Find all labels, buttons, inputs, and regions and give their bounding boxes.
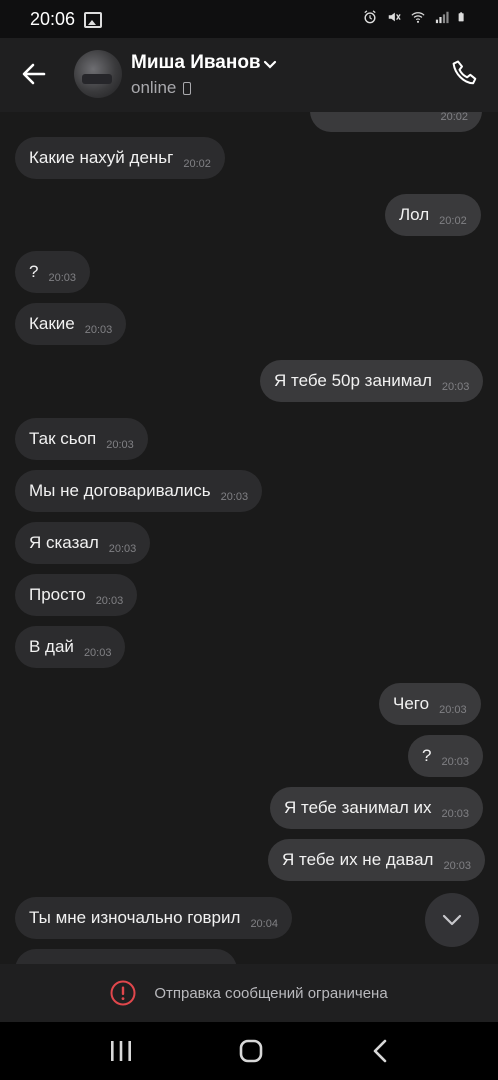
status-bar: 20:06: [0, 0, 498, 38]
warning-circle-icon: [110, 980, 136, 1006]
image-icon: [84, 12, 102, 28]
message-text: Лол: [399, 205, 430, 224]
message-time: 20:03: [439, 704, 467, 716]
message-text: Мы не договаривались: [29, 481, 211, 500]
message-bubble-incoming[interactable]: Какие нахуй деньг 20:02: [15, 137, 225, 179]
message-time: 20:03: [95, 595, 124, 607]
message-text: Какие нахуй деньг: [29, 148, 174, 167]
message-bubble-incoming[interactable]: [15, 949, 237, 964]
recent-apps-icon[interactable]: [106, 1037, 136, 1065]
alarm-icon: [364, 10, 376, 24]
chat-header: Миша Иванов online: [0, 38, 498, 112]
home-icon[interactable]: [236, 1037, 266, 1065]
contact-status: online: [131, 78, 177, 97]
back-arrow-icon[interactable]: [20, 60, 48, 88]
mute-icon: [388, 12, 401, 22]
mobile-device-icon: [183, 82, 191, 95]
message-bubble-outgoing[interactable]: 20:02: [310, 112, 482, 132]
message-bubble-outgoing[interactable]: Я тебе 50р занимал 20:03: [260, 360, 484, 402]
message-bubble-incoming[interactable]: Я сказал 20:03: [15, 522, 151, 564]
message-text: Я сказал: [29, 533, 99, 552]
message-bubble-incoming[interactable]: ? 20:03: [15, 251, 90, 293]
status-icons: [362, 10, 468, 24]
message-bubble-outgoing[interactable]: ? 20:03: [408, 735, 483, 777]
message-bubble-incoming[interactable]: Ты мне изночально говрил 20:04: [15, 897, 292, 939]
message-bubble-incoming[interactable]: Так сьоп 20:03: [15, 418, 148, 460]
contact-name[interactable]: Миша Иванов: [131, 52, 261, 74]
chevron-down-icon: [442, 914, 462, 926]
message-time: 20:03: [220, 491, 249, 503]
message-bubble-incoming[interactable]: Мы не договаривались 20:03: [15, 470, 263, 512]
message-time: 20:03: [443, 860, 471, 872]
message-time: 20:03: [441, 808, 470, 820]
scroll-down-button[interactable]: [425, 893, 479, 947]
restriction-text: Отправка сообщений ограничена: [154, 984, 388, 1002]
message-time: 20:03: [83, 647, 112, 659]
message-list[interactable]: 20:02 Какие нахуй деньг 20:02 Лол 20:02 …: [0, 112, 498, 964]
message-text: В дай: [29, 637, 74, 656]
system-nav-bar: [0, 1022, 498, 1080]
chevron-down-icon[interactable]: [263, 60, 277, 70]
message-time: 20:04: [250, 918, 278, 930]
message-text: Просто: [29, 585, 86, 604]
phone-call-icon[interactable]: [450, 58, 480, 88]
message-text: Какие: [29, 314, 75, 333]
wifi-icon: [411, 12, 425, 23]
message-bubble-outgoing[interactable]: Лол 20:02: [385, 194, 481, 236]
message-text: ?: [422, 746, 432, 765]
signal-icon: [435, 11, 449, 24]
message-time: 20:02: [183, 158, 211, 170]
avatar[interactable]: [74, 50, 122, 98]
message-text: Чего: [393, 694, 430, 713]
message-text: Я тебе их не давал: [282, 850, 434, 869]
message-bubble-outgoing[interactable]: Я тебе занимал их 20:03: [270, 787, 484, 829]
message-time: 20:03: [441, 381, 470, 393]
message-time: 20:02: [439, 215, 467, 227]
message-bubble-outgoing[interactable]: Я тебе их не давал 20:03: [268, 839, 485, 881]
message-text: Так сьоп: [29, 429, 97, 448]
message-bubble-incoming[interactable]: В дай 20:03: [15, 626, 126, 668]
message-time: 20:03: [108, 543, 137, 555]
message-text: Я тебе занимал их: [284, 798, 432, 817]
message-text: ?: [29, 262, 39, 281]
message-bubble-incoming[interactable]: Просто 20:03: [15, 574, 138, 616]
message-bubble-outgoing[interactable]: Чего 20:03: [379, 683, 481, 725]
battery-icon: [458, 12, 464, 22]
message-time: 20:03: [48, 272, 76, 284]
back-icon[interactable]: [366, 1037, 396, 1065]
message-time: 20:03: [84, 324, 113, 336]
status-time: 20:06: [30, 9, 76, 29]
message-text: Я тебе 50р занимал: [274, 371, 432, 390]
messaging-restricted-bar: Отправка сообщений ограничена: [0, 964, 498, 1022]
message-bubble-incoming[interactable]: Какие 20:03: [15, 303, 127, 345]
message-time: 20:03: [106, 439, 134, 451]
message-time: 20:03: [441, 756, 469, 768]
message-time: 20:02: [440, 112, 468, 123]
message-text: Ты мне изночально говрил: [29, 908, 241, 927]
